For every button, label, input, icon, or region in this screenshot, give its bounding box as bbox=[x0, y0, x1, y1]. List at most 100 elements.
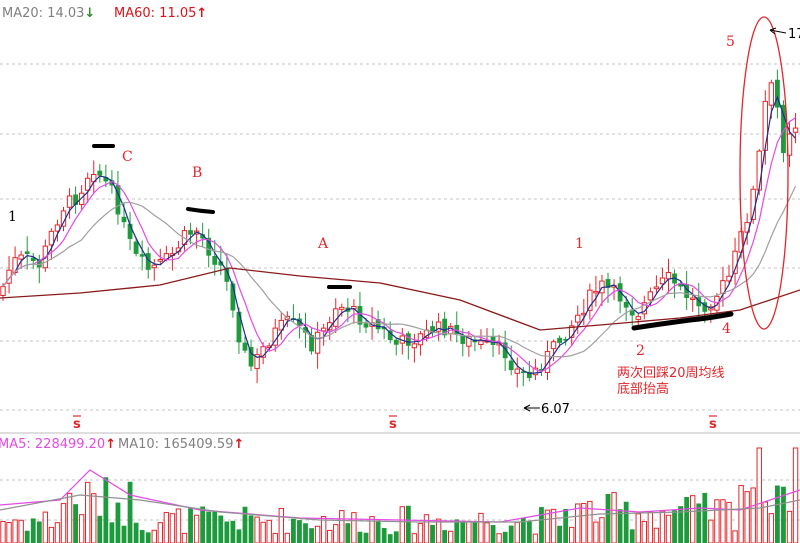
volume-bar-up bbox=[333, 524, 339, 543]
candle-up bbox=[550, 341, 557, 350]
ma20-label: MA20: 14.03↓ bbox=[2, 6, 95, 21]
annotation-a: A bbox=[317, 236, 329, 252]
volume-bar-down bbox=[121, 525, 127, 543]
candle-up bbox=[659, 277, 666, 285]
volume-bar-up bbox=[0, 521, 6, 543]
chart-canvas: 6.07 17 C B A 1 1 2 4 5 两次回踩20周均线 底部抬高 s… bbox=[0, 6, 800, 543]
volume-bar-down bbox=[291, 518, 296, 543]
signal-marker-2: s bbox=[389, 417, 397, 432]
volume-bar-down bbox=[218, 515, 224, 543]
volume-bar-down bbox=[309, 528, 314, 543]
volume-bar-up bbox=[327, 529, 333, 543]
candle-up bbox=[48, 230, 55, 246]
ma-line-short bbox=[2, 95, 796, 375]
candle-down bbox=[121, 216, 127, 223]
volume-bar-down bbox=[103, 477, 109, 543]
signal-marker-1: s bbox=[73, 417, 81, 432]
candle-up bbox=[690, 297, 696, 301]
volume-bar-up bbox=[181, 532, 188, 543]
volume-bar-up bbox=[399, 506, 406, 543]
volume-bar-down bbox=[73, 504, 78, 543]
candle-down bbox=[242, 342, 248, 351]
volume-bar-up bbox=[647, 511, 654, 543]
volume-bar-down bbox=[696, 503, 702, 543]
volume-bar-up bbox=[169, 513, 176, 543]
volume-bar-down bbox=[345, 523, 351, 543]
volume-bar-down bbox=[526, 521, 532, 543]
volume-bar-up bbox=[193, 514, 200, 543]
volume-bar-down bbox=[430, 524, 435, 543]
volume-legend: MA5: 228499.20↑ MA10: 165409.59↑ bbox=[0, 437, 244, 452]
volume-bar-up bbox=[744, 491, 750, 543]
volume-bar-up bbox=[484, 522, 490, 543]
volume-bar-down bbox=[24, 530, 30, 543]
candle-down bbox=[24, 251, 30, 254]
candle-up bbox=[66, 195, 73, 208]
volume-bar-up bbox=[48, 526, 55, 543]
volume-bar-up bbox=[653, 527, 660, 543]
volume-bar-down bbox=[460, 520, 466, 543]
candle-up bbox=[647, 291, 654, 301]
candle-up bbox=[320, 327, 327, 332]
volume-bar-down bbox=[97, 515, 103, 543]
volume-bar-up bbox=[496, 533, 502, 543]
volume-bar-up bbox=[278, 507, 285, 543]
candle-up bbox=[768, 82, 775, 106]
volume-bar-down bbox=[133, 522, 139, 543]
volume-bar-down bbox=[442, 530, 448, 543]
volume-bar-up bbox=[266, 519, 272, 543]
volume-bar-down bbox=[30, 518, 36, 543]
annotation-1-right: 1 bbox=[575, 236, 584, 252]
volume-bar-up bbox=[750, 487, 756, 543]
volume-bar-down bbox=[188, 508, 193, 543]
candle-down bbox=[623, 301, 629, 308]
volume-bar-down bbox=[405, 505, 411, 543]
volume-bar-down bbox=[557, 525, 562, 543]
volume-bar-up bbox=[690, 495, 696, 543]
candle-up bbox=[635, 316, 641, 320]
stock-chart: 6.07 17 C B A 1 1 2 4 5 两次回踩20周均线 底部抬高 s… bbox=[0, 0, 800, 543]
vol-ma10-label: MA10: 165409.59↑ bbox=[118, 437, 244, 452]
volume-bar-down bbox=[36, 521, 42, 543]
candle-down bbox=[508, 360, 514, 371]
volume-bar-up bbox=[78, 514, 85, 543]
volume-bar-up bbox=[708, 519, 714, 543]
candle-down bbox=[460, 335, 466, 344]
signal-markers: s s s bbox=[73, 415, 717, 432]
volume-bars bbox=[0, 447, 799, 543]
volume-bar-up bbox=[60, 503, 67, 543]
annotation-5: 5 bbox=[726, 34, 735, 50]
candle-up bbox=[514, 368, 520, 374]
volume-bar-down bbox=[127, 481, 133, 543]
volume-bar-up bbox=[665, 514, 672, 543]
volume-bar-down bbox=[109, 522, 115, 543]
annotation-2: 2 bbox=[636, 343, 645, 359]
volume-bar-up bbox=[593, 521, 599, 543]
volume-bar-up bbox=[569, 526, 575, 543]
volume-bar-up bbox=[12, 519, 18, 543]
volume-bar-down bbox=[472, 522, 478, 543]
volume-bar-up bbox=[151, 529, 157, 543]
candle-up bbox=[339, 306, 345, 310]
volume-bar-down bbox=[212, 510, 218, 543]
volume-bar-up bbox=[254, 516, 260, 543]
volume-bar-down bbox=[363, 532, 369, 543]
mark-b bbox=[186, 207, 215, 214]
candle-down bbox=[97, 170, 103, 176]
candlesticks bbox=[0, 69, 799, 388]
annotation-1-left: 1 bbox=[8, 209, 17, 225]
volume-bar-up bbox=[732, 530, 738, 543]
volume-bar-up bbox=[575, 503, 581, 543]
ma60-label: MA60: 11.05↑ bbox=[114, 6, 207, 21]
volume-bar-down bbox=[623, 501, 629, 543]
volume-bar-up bbox=[66, 492, 73, 543]
volume-bar-down bbox=[502, 531, 508, 543]
volume-bar-down bbox=[375, 520, 381, 543]
volume-bar-down bbox=[200, 506, 206, 543]
volume-bar-up bbox=[423, 514, 430, 543]
candle-up bbox=[18, 254, 24, 260]
volume-bar-down bbox=[242, 506, 248, 543]
volume-bar-down bbox=[775, 485, 780, 543]
candle-up bbox=[665, 271, 672, 280]
candle-up bbox=[314, 331, 321, 354]
